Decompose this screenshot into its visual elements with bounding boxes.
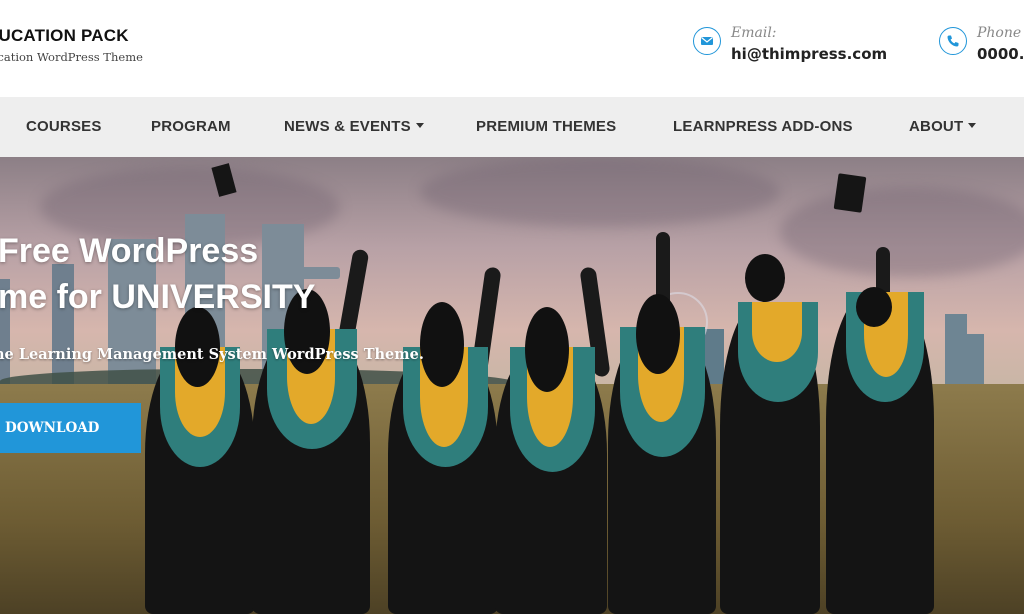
free-download-button[interactable]: E DOWNLOAD bbox=[0, 403, 141, 453]
hero-title-line1: Free WordPress bbox=[0, 232, 259, 270]
graduate-figure bbox=[608, 232, 718, 614]
hero-title-line2: me for UNIVERSITY bbox=[0, 278, 316, 316]
nav-item-about[interactable]: ABOUT bbox=[909, 97, 977, 157]
nav-item-label: PROGRAM bbox=[151, 118, 231, 135]
nav-item-label: NEWS & EVENTS bbox=[284, 118, 411, 135]
nav-item-label: PREMIUM THEMES bbox=[476, 118, 617, 135]
graduate-figure bbox=[388, 266, 503, 614]
site-logo-title[interactable]: DUCATION PACK bbox=[0, 26, 129, 46]
email-label: Email: bbox=[731, 25, 777, 41]
hero-subtitle: ne Learning Management System WordPress … bbox=[0, 346, 424, 363]
nav-item-learnpress-addons[interactable]: LEARNPRESS ADD-ONS bbox=[673, 97, 853, 157]
skyline-building bbox=[945, 314, 967, 389]
hero-banner: Free WordPress me for UNIVERSITY ne Lear… bbox=[0, 157, 1024, 614]
caret-down-icon bbox=[968, 122, 977, 128]
nav-item-courses[interactable]: COURSES bbox=[26, 97, 102, 157]
nav-item-label: ABOUT bbox=[909, 118, 964, 135]
graduate-figure bbox=[826, 247, 936, 614]
main-nav: COURSES PROGRAM NEWS & EVENTS PREMIUM TH… bbox=[0, 97, 1024, 157]
graduation-cap-icon bbox=[833, 173, 867, 213]
graduate-figure bbox=[495, 266, 611, 614]
nav-item-label: COURSES bbox=[26, 118, 102, 135]
nav-item-program[interactable]: PROGRAM bbox=[151, 97, 231, 157]
free-download-label: E DOWNLOAD bbox=[0, 420, 100, 436]
skyline-building bbox=[966, 334, 984, 389]
caret-down-icon bbox=[415, 122, 424, 128]
nav-item-label: LEARNPRESS ADD-ONS bbox=[673, 118, 853, 135]
nav-item-news-events[interactable]: NEWS & EVENTS bbox=[284, 97, 424, 157]
sky-cloud bbox=[420, 157, 780, 227]
phone-icon bbox=[939, 27, 967, 55]
graduate-figure bbox=[720, 242, 830, 614]
envelope-icon bbox=[693, 27, 721, 55]
email-value[interactable]: hi@thimpress.com bbox=[731, 45, 887, 63]
nav-item-premium-themes[interactable]: PREMIUM THEMES bbox=[476, 97, 616, 157]
phone-value[interactable]: 0000. bbox=[977, 45, 1024, 63]
site-logo-tagline: ucation WordPress Theme bbox=[0, 50, 143, 64]
site-header: DUCATION PACK ucation WordPress Theme Em… bbox=[0, 0, 1024, 97]
phone-label: Phone bbox=[977, 25, 1022, 41]
